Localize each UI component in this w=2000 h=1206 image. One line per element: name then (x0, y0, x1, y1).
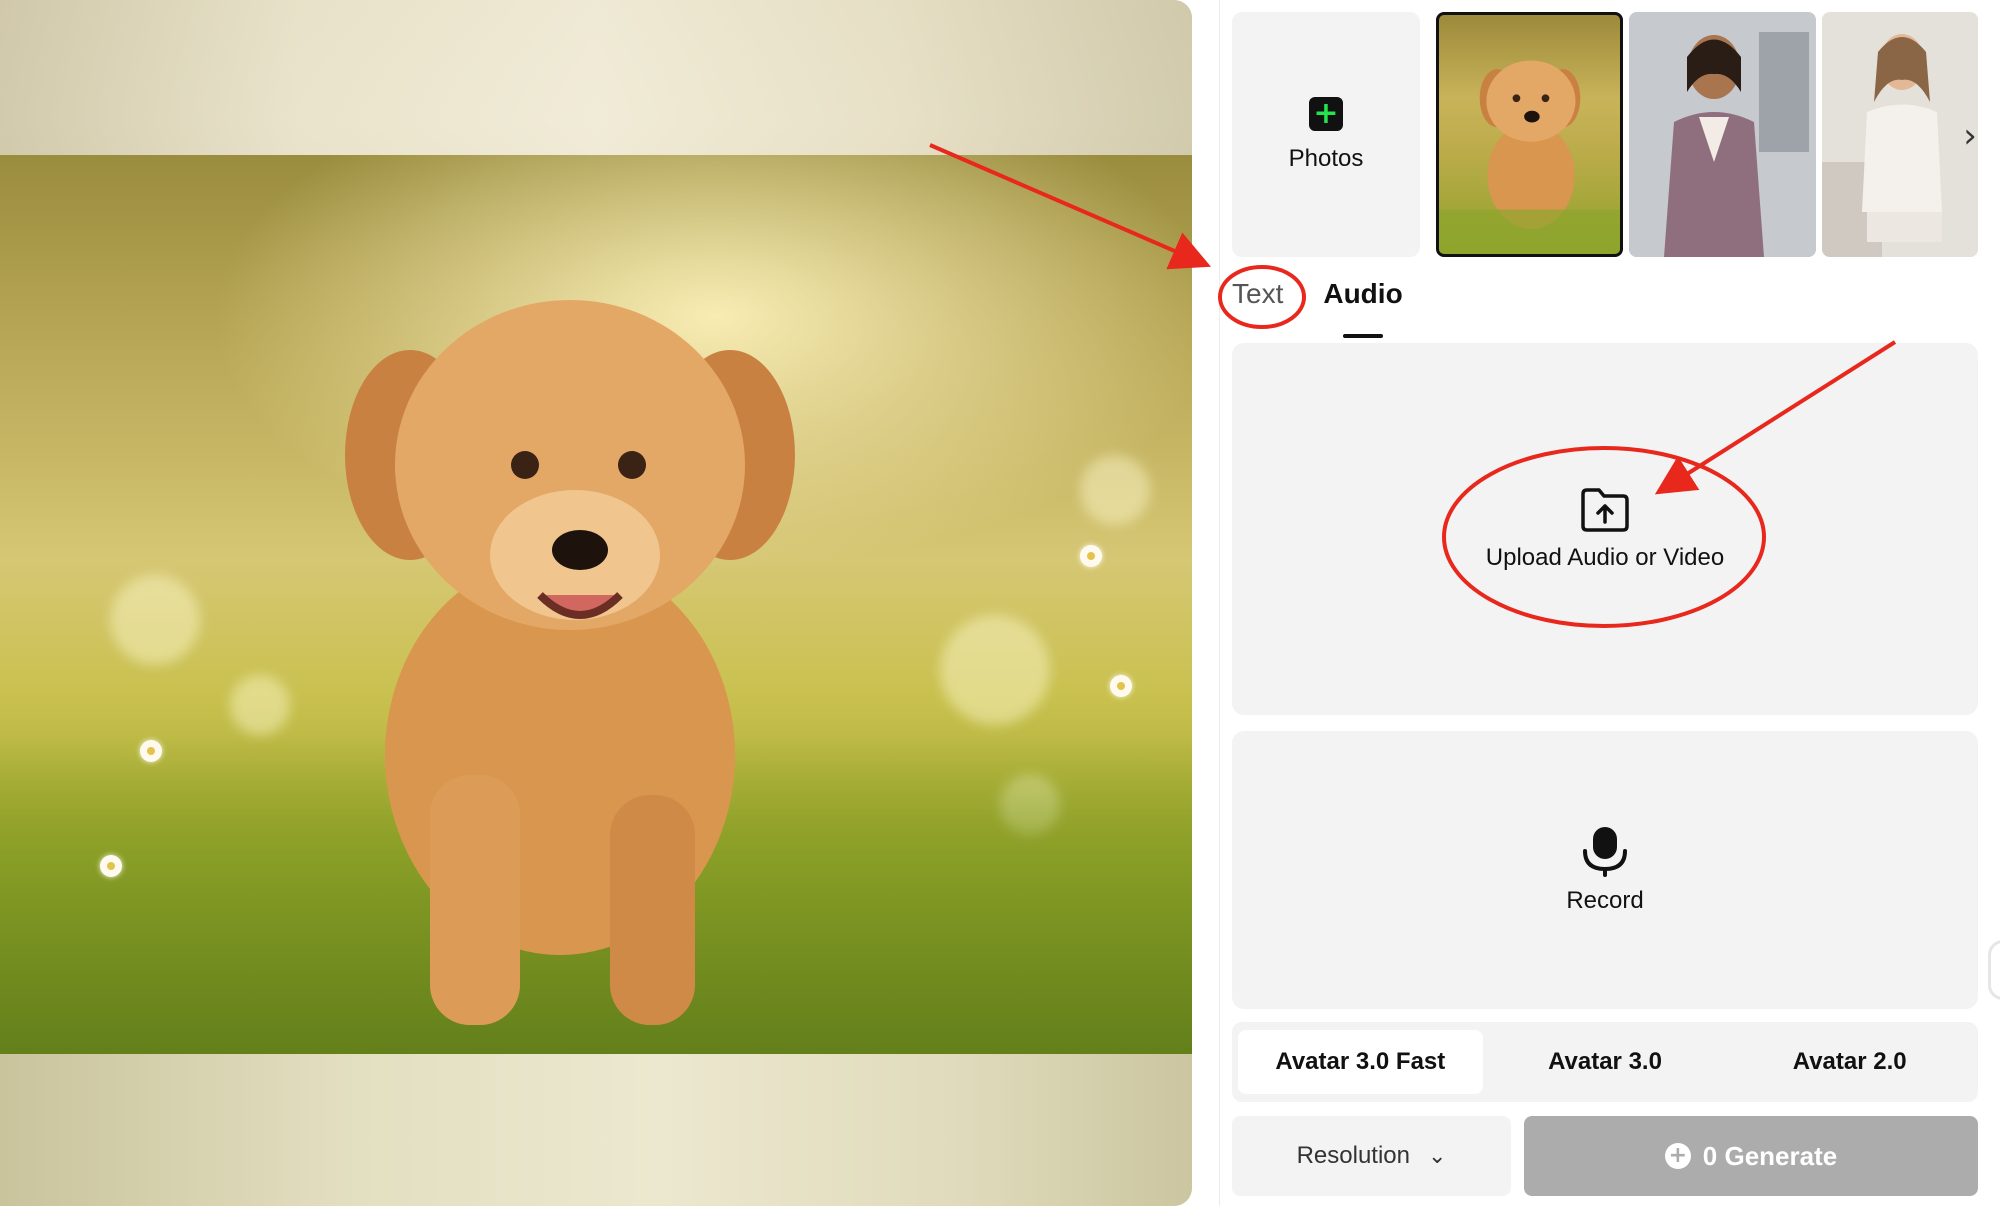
app-root: + Photos › Text Audio Upload Audio or Vi… (0, 0, 2000, 1206)
edge-scroll-handle[interactable] (1988, 940, 2000, 1000)
model-option-avatar-3[interactable]: Avatar 3.0 (1483, 1030, 1728, 1094)
preview-image (0, 155, 1192, 1054)
preview-area (0, 0, 1192, 1206)
chevron-right-icon[interactable]: › (1954, 116, 1986, 156)
avatar-thumb-woman-office[interactable] (1629, 12, 1816, 257)
resolution-label: Resolution (1296, 1142, 1410, 1169)
record-label: Record (1566, 887, 1644, 914)
woman-office-thumbnail (1629, 12, 1816, 257)
puppy-thumbnail (1439, 60, 1620, 254)
tab-text[interactable]: Text (1232, 272, 1283, 332)
model-option-avatar-2[interactable]: Avatar 2.0 (1727, 1030, 1972, 1094)
model-option-avatar-3-fast[interactable]: Avatar 3.0 Fast (1238, 1030, 1483, 1094)
puppy-illustration (345, 300, 795, 1025)
microphone-icon (1583, 827, 1627, 877)
add-photos-button[interactable]: + Photos (1232, 12, 1420, 257)
preview-blur-bottom (0, 1054, 1192, 1206)
generate-label: 0 Generate (1702, 1140, 1838, 1171)
upload-label: Upload Audio or Video (1485, 544, 1725, 571)
avatar-thumb-puppy[interactable] (1436, 12, 1623, 257)
chevron-down-icon: ⌄ (1427, 1143, 1447, 1169)
folder-upload-icon (1581, 488, 1629, 532)
upload-audio-video-button[interactable]: Upload Audio or Video (1232, 343, 1978, 715)
photos-label: Photos (1288, 144, 1364, 172)
generate-button[interactable]: + 0 Generate (1524, 1116, 1978, 1196)
resolution-dropdown[interactable]: Resolution ⌄ (1232, 1116, 1511, 1196)
action-row: Resolution ⌄ + 0 Generate (1232, 1116, 1978, 1196)
record-button[interactable]: Record (1232, 731, 1978, 1009)
input-mode-tabs: Text Audio (1232, 272, 1403, 338)
plus-icon: + (1309, 96, 1343, 131)
model-selector: Avatar 3.0 Fast Avatar 3.0 Avatar 2.0 (1232, 1022, 1978, 1102)
preview-blur-top (0, 0, 1192, 155)
tab-audio[interactable]: Audio (1323, 272, 1403, 338)
control-panel: + Photos › Text Audio Upload Audio or Vi… (1219, 0, 2000, 1206)
avatar-strip: + Photos › (1232, 12, 1978, 257)
credit-plus-icon: + (1664, 1143, 1691, 1169)
